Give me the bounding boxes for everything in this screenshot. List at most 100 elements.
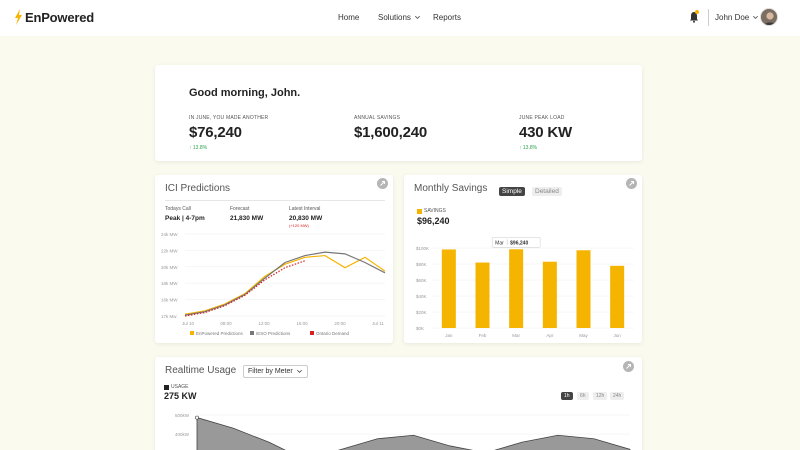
avatar[interactable] [760,8,778,26]
x-tick-label: Jul 11 [372,321,384,326]
nav-solutions-label: Solutions [378,13,411,22]
range-12h[interactable]: 12h [593,392,608,400]
monthly-bar-chart: $100K $80K $60K $40K $20K $0K Jan Feb Mar Apr May J… [416,237,634,338]
kpi-delta-value: 13.8% [192,145,208,151]
stat-value: Peak | 4-7pm [165,215,205,222]
kpi-value: $1,600,240 [354,124,428,141]
stat-note: (+120 MW) [289,223,309,228]
divider [165,200,385,201]
brand-name: EnPowered [25,9,94,25]
avatar-image [761,9,777,25]
series-line-3 [184,260,306,317]
stat-label: Todays Call [165,206,191,212]
expand-icon[interactable] [377,178,388,189]
notification-dot [695,10,699,14]
toggle-simple[interactable]: Simple [499,187,525,196]
kpi-value: 430 KW [519,124,572,141]
bar-mar [509,249,524,328]
range-24h[interactable]: 24h [610,392,625,400]
x-tick-label: May [579,333,588,338]
savings-legend-swatch [417,209,422,214]
user-menu[interactable]: John Doe [715,13,759,22]
y-tick-label: $80K [416,262,427,267]
bar-may [576,250,591,328]
y-tick-label: 20k MW [161,265,178,270]
nav-solutions[interactable]: Solutions [378,13,421,22]
usage-point [195,415,199,420]
greeting-card: Good morning, John. IN JUNE, YOU MADE AN… [155,65,642,161]
kpi-delta: ↑ 13.8% [189,145,208,151]
kpi-value: $76,240 [189,124,242,141]
nav-divider [708,9,709,26]
y-tick-label: 17k Mw [161,314,177,319]
legend-label: IESO Predictions [256,331,291,336]
tooltip-month: Mar [495,240,504,246]
series-line-1 [184,254,386,315]
expand-icon[interactable] [623,361,634,372]
x-tick-label: Feb [479,333,487,338]
nav-home[interactable]: Home [338,13,359,22]
legend-label: Ontario Demand [316,331,350,336]
card-title: Monthly Savings [414,183,488,194]
x-tick-label: 08:00 [220,321,232,326]
chevron-down-icon [753,15,759,19]
kpi-annual-savings: ANNUAL SAVINGS $1,600,240 [354,115,427,141]
kpi-delta-value: 13.8% [522,145,538,151]
monthly-savings-card: Monthly Savings Simple Detailed SAVINGS … [404,175,642,343]
kpi-june-savings: IN JUNE, YOU MADE ANOTHER $76,240 ↑ 13.8… [189,115,268,151]
range-1h[interactable]: 1h [561,392,573,400]
y-tick-label: $40K [416,294,427,299]
top-navbar: EnPowered Home Solutions Reports John Do… [0,0,800,36]
stat-todays-call: Todays Call Peak | 4-7pm [165,206,205,222]
y-tick-label: $20K [416,310,427,315]
y-tick-label: 18k MW [161,281,178,286]
expand-icon[interactable] [626,178,637,189]
realtime-usage-card: Realtime Usage Filter by Meter USAGE 275… [155,357,642,450]
stat-value: 20,830 MW [289,215,323,222]
kpi-label: IN JUNE, YOU MADE ANOTHER [189,115,269,121]
range-6h[interactable]: 6h [577,392,589,400]
stat-latest-interval: Latest Interval 20,830 MW (+120 MW) [289,206,322,228]
x-tick-label: Jul 10 [182,321,195,326]
x-tick-label: Jun [614,333,622,338]
realtime-area-chart: 500kW 400kW [175,413,631,450]
x-tick-label: 12:00 [258,321,270,326]
bar-apr [542,261,557,328]
usage-value: 275 KW [164,391,197,401]
card-title: Realtime Usage [165,365,237,376]
usage-legend-swatch [164,385,169,390]
kpi-peak-load: JUNE PEAK LOAD 430 KW ↑ 13.8% [519,115,572,151]
bolt-icon [15,9,22,25]
legend-swatch [310,331,314,335]
stat-label: Forecast [230,206,250,212]
x-tick-label: Jan [445,333,453,338]
legend-swatch [190,331,194,335]
greeting-text: Good morning, John. [189,87,301,99]
y-tick-label: $0K [416,326,424,331]
chevron-down-icon [296,369,302,373]
chevron-down-icon [414,15,420,19]
toggle-detailed[interactable]: Detailed [532,187,562,196]
y-tick-label: 500kW [175,413,190,418]
user-name: John Doe [715,13,750,22]
x-tick-label: Apr [546,333,554,338]
filter-by-meter-select[interactable]: Filter by Meter [243,365,308,378]
savings-value: $96,240 [417,216,450,226]
legend-label: EnPowered Predictions [196,331,244,336]
y-tick-label: 400kW [175,432,190,437]
tooltip-value: $96,240 [510,240,528,246]
savings-label: SAVINGS [424,208,446,214]
ici-predictions-card: ICI Predictions Todays Call Peak | 4-7pm… [155,175,393,343]
x-tick-label: Mar [512,333,520,338]
ici-line-chart: 24k MW 22k MW 20k MW 18k MW 16k MW 17k Mw Jul … [161,232,386,336]
card-title: ICI Predictions [165,183,231,194]
y-tick-label: $100K [416,246,429,251]
stat-forecast: Forecast 21,830 MW [230,206,263,222]
legend-swatch [250,331,254,335]
nav-reports[interactable]: Reports [433,13,461,22]
filter-label: Filter by Meter [248,368,293,375]
usage-label: USAGE [171,384,189,390]
x-tick-label: 16:00 [296,321,308,326]
y-tick-label: 24k MW [161,232,178,237]
brand-logo[interactable]: EnPowered [14,9,94,25]
